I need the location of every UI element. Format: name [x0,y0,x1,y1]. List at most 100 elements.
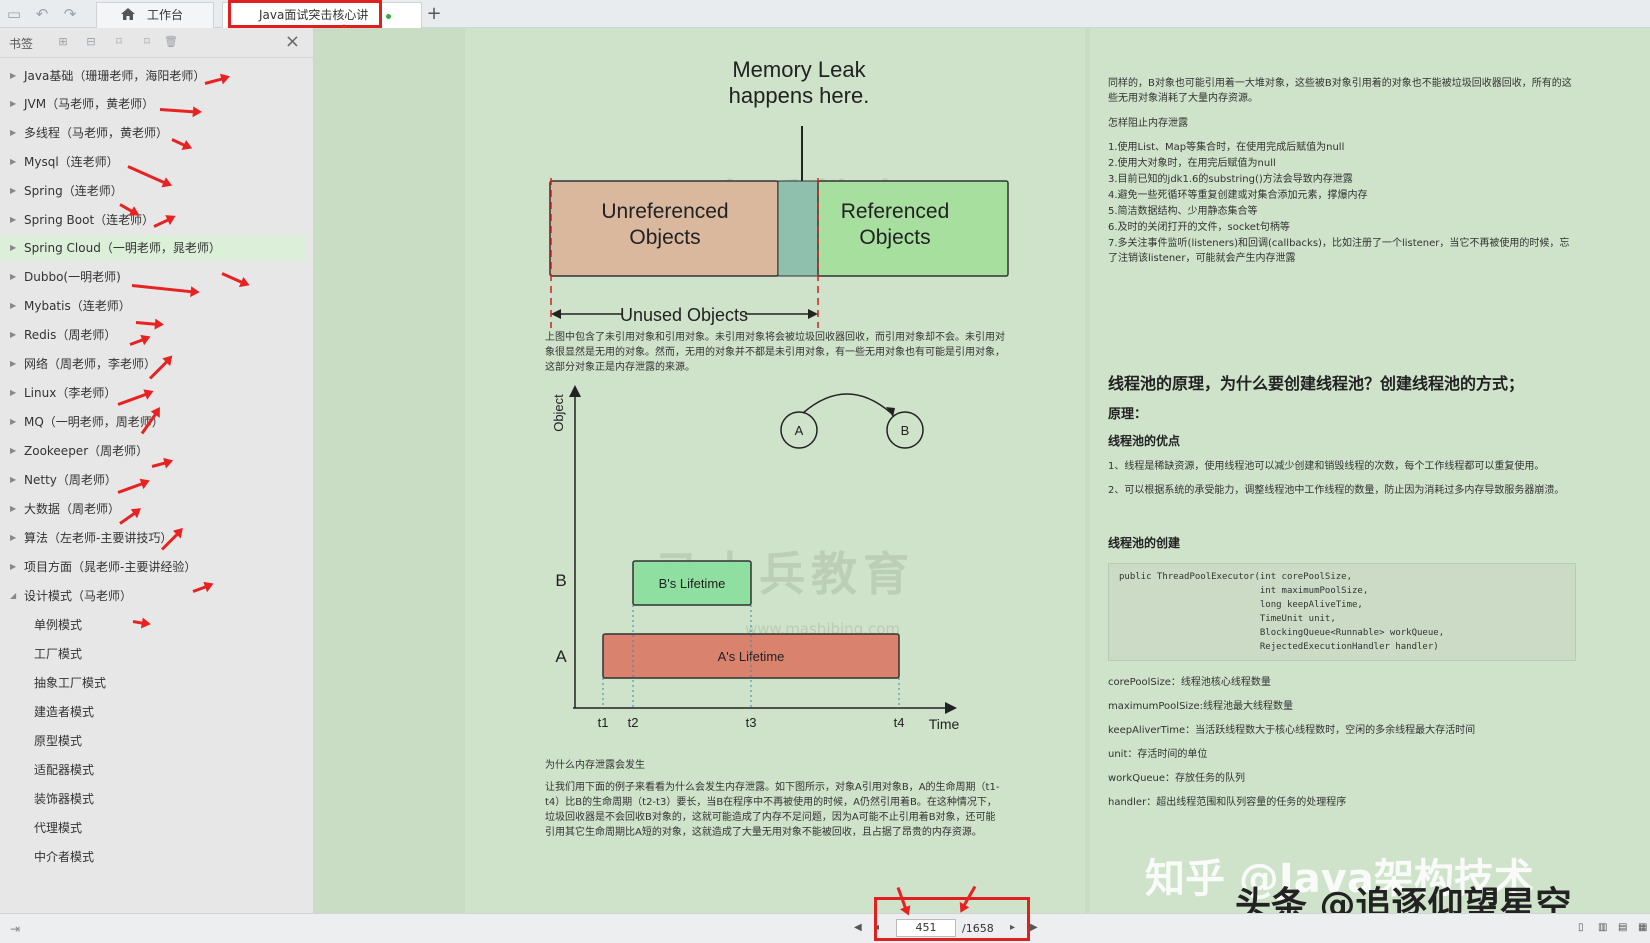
bookmark-child-item[interactable]: 建造者模式 [0,699,305,725]
memory-leak-diagram: Memory Leak happens here. Unreferenced O… [549,57,1009,328]
bookmark-label: Java基础（珊珊老师，海阳老师） [24,69,206,83]
add-bookmark-icon[interactable]: ⌑ [112,35,126,49]
bookmark-label: Mysql（连老师） [24,155,119,169]
tip-1: 1.使用List、Map等集合时，在使用完成后赋值为null [1108,142,1345,153]
bookmark-label: 设计模式（马老师） [24,589,133,603]
node-b-label: B [901,423,910,438]
subheading-why: 为什么内存泄露会发生 [545,760,645,771]
bookmark-item[interactable]: ▶ Java基础（珊珊老师，海阳老师） [0,63,305,89]
document-viewer[interactable]: 马士兵教育 www.mashibing.com 马士兵教育 www.mashib… [315,28,1650,913]
bookmark-child-item[interactable]: 工厂模式 [0,641,305,667]
unsaved-dot [386,14,391,19]
span-arrow-right [808,309,818,319]
expand-arrow-icon[interactable]: ▶ [10,322,16,348]
bookmark-item[interactable]: ▶ 项目方面（晁老师-主要讲经验） [0,554,305,580]
bookmark-child-item[interactable]: 中介者模式 [0,844,305,870]
fit-view-icon[interactable]: ▦ [1638,922,1647,933]
node-a-label: A [795,423,804,438]
expand-arrow-icon[interactable]: ▶ [10,235,16,261]
bookmark-item[interactable]: ▶ 算法（左老师-主要讲技巧） [0,525,305,551]
add-tab-button[interactable]: + [424,4,444,24]
param-core: corePoolSize：线程池核心线程数量 [1108,677,1271,688]
expand-arrow-icon[interactable]: ▶ [10,496,16,522]
paragraph-objects: 上图中包含了未引用对象和引用对象。未引用对象将会被垃圾回收器回收，而引用对象却不… [545,332,1005,373]
double-page-view-icon[interactable]: ▥ [1598,922,1607,933]
heading-advantages: 线程池的优点 [1108,434,1181,448]
bookmark-item[interactable]: ◢ 设计模式（马老师） [0,583,305,609]
tip-5: 5.简洁数据结构、少用静态集合等 [1108,206,1258,217]
bookmark-item[interactable]: ▶ Redis（周老师） [0,322,305,348]
highlight-box-pagination [874,897,1030,941]
save-icon[interactable]: ▭ [4,4,24,24]
close-icon[interactable]: × [285,32,300,52]
param-keepalive: keepAliverTime：当活跃线程数大于核心线程数时，空闲的多余线程最大存… [1108,725,1476,736]
bookmark-icon[interactable]: ⌑ [140,35,154,49]
expand-arrow-icon[interactable]: ▶ [10,178,16,204]
bookmark-panel-header: 书签 ⊞ ⊟ ⌑ ⌑ 🗑 × [0,28,314,58]
tip-4: 4.避免一些死循环等重复创建或对集合添加元素，撑爆内存 [1108,190,1368,201]
single-page-view-icon[interactable]: ▯ [1578,922,1584,933]
bookmark-label: 网络（周老师，李老师） [24,357,157,371]
bookmark-child-item[interactable]: 抽象工厂模式 [0,670,305,696]
heading-principle: 原理： [1108,407,1148,422]
expand-arrow-icon[interactable]: ▶ [10,380,16,406]
expand-arrow-icon[interactable]: ▶ [10,467,16,493]
undo-icon[interactable]: ↶ [32,4,52,24]
bookmark-item[interactable]: ▶ Mysql（连老师） [0,149,305,175]
tab-home-label: 工作台 [147,8,184,22]
bookmark-item[interactable]: ▶ 大数据（周老师） [0,496,305,522]
bookmark-child-item[interactable]: 装饰器模式 [0,786,305,812]
unused-objects-label: Unused Objects [620,305,748,325]
tick-t1: t1 [598,715,609,730]
bookmark-child-item[interactable]: 代理模式 [0,815,305,841]
expand-arrow-icon[interactable]: ▶ [10,149,16,175]
expand-arrow-icon[interactable]: ▶ [10,293,16,319]
bookmark-item[interactable]: ▶ Zookeeper（周老师） [0,438,305,464]
bookmark-child-item[interactable]: 适配器模式 [0,757,305,783]
expand-arrow-icon[interactable]: ▶ [10,351,16,377]
unref-label-1: Unreferenced [601,200,728,223]
bookmark-child-item[interactable]: 单例模式 [0,612,305,638]
bookmark-label: 抽象工厂模式 [34,676,107,690]
collapse-all-icon[interactable]: ⊟ [84,35,98,49]
sidebar-toggle-icon[interactable]: ⇥ [10,922,20,936]
bookmark-item-selected[interactable]: ▶ Spring Cloud（一明老师，晁老师） [0,235,305,261]
first-page-icon[interactable]: ◀ [854,922,862,933]
bookmark-item[interactable]: ▶ Netty（周老师） [0,467,305,493]
param-unit: unit：存活时间的单位 [1108,749,1208,760]
tick-t3: t3 [746,715,757,730]
x-axis-arrow [945,702,957,714]
continuous-view-icon[interactable]: ▤ [1618,922,1627,933]
expand-arrow-icon[interactable]: ▶ [10,554,16,580]
ref-label-1: Referenced [841,200,950,223]
bookmark-label: JVM（马老师，黄老师） [24,97,155,111]
expand-arrow-icon[interactable]: ▶ [10,120,16,146]
leak-title-line1: Memory Leak [732,57,866,82]
expand-arrow-icon[interactable]: ▶ [10,264,16,290]
bookmark-label: 原型模式 [34,734,83,748]
bookmark-item[interactable]: ▶ Spring Boot（连老师） [0,207,305,233]
bookmark-label: Zookeeper（周老师） [24,444,149,458]
last-page-icon[interactable]: ▶ [1030,922,1038,933]
bookmark-item[interactable]: ▶ Mybatis（连老师） [0,293,305,319]
row-b-label: B [555,571,566,590]
expand-arrow-icon[interactable]: ▶ [10,63,16,89]
tab-home[interactable]: 工作台 [96,2,214,28]
collapse-arrow-icon[interactable]: ◢ [10,583,16,609]
bookmark-item[interactable]: ▶ Spring（连老师） [0,178,305,204]
expand-arrow-icon[interactable]: ▶ [10,438,16,464]
tick-t4: t4 [894,715,905,730]
redo-icon[interactable]: ↷ [60,4,80,24]
bookmark-label: 适配器模式 [34,763,95,777]
bookmark-item[interactable]: ▶ 多线程（马老师，黄老师） [0,120,305,146]
highlight-box-tab [228,0,382,28]
expand-arrow-icon[interactable]: ▶ [10,207,16,233]
expand-all-icon[interactable]: ⊞ [56,35,70,49]
bookmark-item[interactable]: ▶ JVM（马老师，黄老师） [0,91,305,117]
expand-arrow-icon[interactable]: ▶ [10,525,16,551]
expand-arrow-icon[interactable]: ▶ [10,409,16,435]
delete-icon[interactable]: 🗑 [164,35,178,49]
bookmark-child-item[interactable]: 原型模式 [0,728,305,754]
expand-arrow-icon[interactable]: ▶ [10,91,16,117]
bookmark-label: Spring Cloud（一明老师，晁老师） [24,241,221,255]
